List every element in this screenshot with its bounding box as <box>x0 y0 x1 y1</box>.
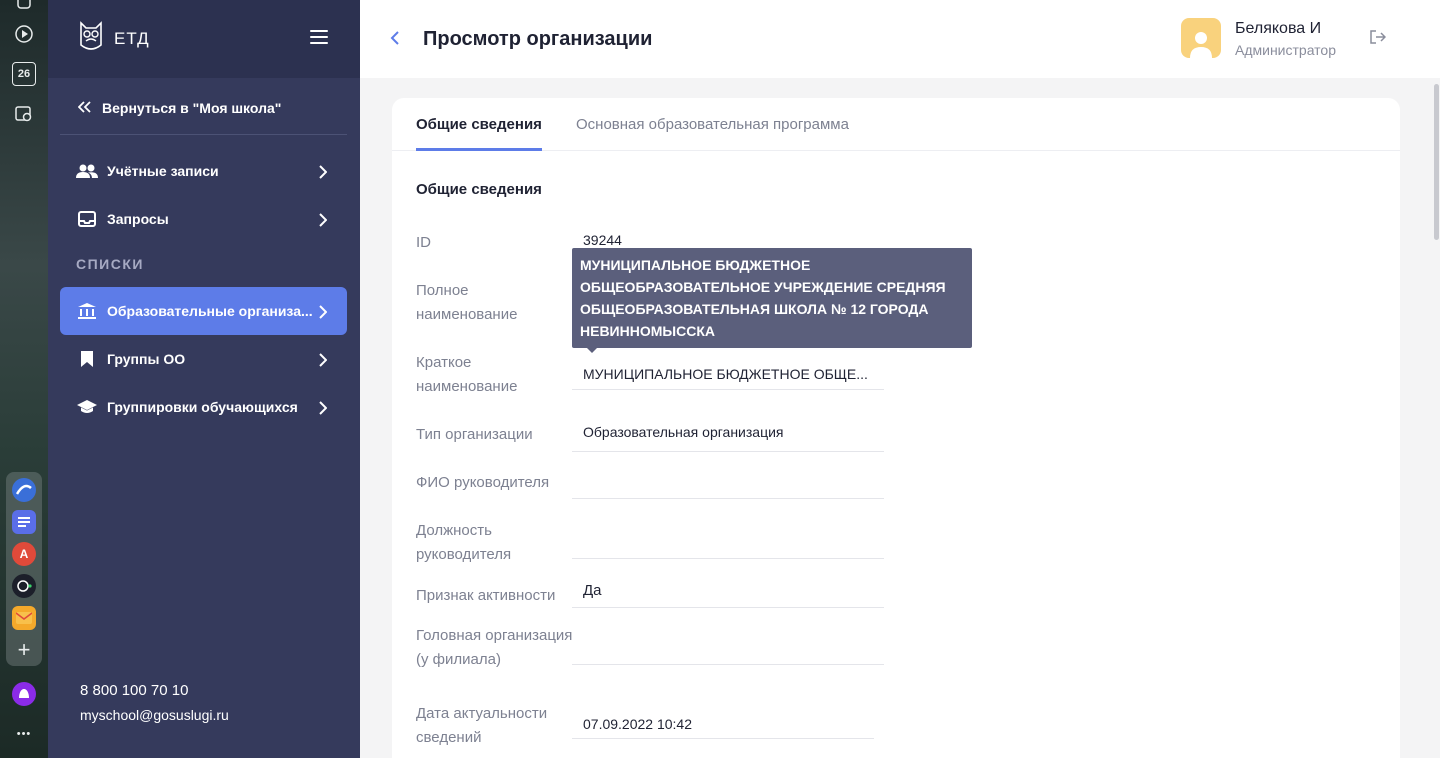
alice-icon[interactable] <box>12 682 36 706</box>
owl-logo-icon <box>78 19 104 60</box>
chevron-right-icon <box>319 399 328 420</box>
browser-app-icon[interactable] <box>12 478 36 502</box>
graduation-cap-icon <box>76 398 98 416</box>
screenshot-icon[interactable] <box>12 102 36 126</box>
sidebar-item-requests[interactable]: Запросы <box>60 195 347 243</box>
bookmark-icon <box>76 350 98 368</box>
section-title: Общие сведения <box>416 181 542 198</box>
sidebar-item-organizations[interactable]: Образовательные организа... <box>60 287 347 335</box>
field-value-director-position <box>572 519 884 559</box>
double-chevron-left-icon <box>77 100 92 116</box>
field-value-actuality-date: 07.09.2022 10:42 <box>572 716 874 739</box>
more-icon[interactable]: ••• <box>12 722 36 746</box>
inbox-icon <box>76 210 98 228</box>
scrollbar-thumb[interactable] <box>1434 84 1439 240</box>
page-title: Просмотр организации <box>423 28 653 50</box>
notes-app-icon[interactable] <box>12 510 36 534</box>
chevron-right-icon <box>319 211 328 232</box>
toggle-icon[interactable] <box>12 0 36 14</box>
full-name-tooltip: МУНИЦИПАЛЬНОЕ БЮДЖЕТНОЕ ОБЩЕОБРАЗОВАТЕЛЬ… <box>572 248 972 348</box>
user-role: Администратор <box>1235 42 1337 58</box>
logo-text: ЕТД <box>114 29 150 48</box>
back-to-school-link[interactable]: Вернуться в "Моя школа" <box>77 100 282 116</box>
browser-sidebar: 26 A + ••• <box>0 0 48 758</box>
field-value-director <box>572 472 884 499</box>
sidebar-item-accounts[interactable]: Учётные записи <box>60 147 347 195</box>
support-phone: 8 800 100 70 10 <box>80 682 189 699</box>
music-app-icon[interactable] <box>12 574 36 598</box>
play-icon[interactable] <box>12 22 36 46</box>
logout-icon[interactable] <box>1370 30 1387 47</box>
field-label-parent-org: Головная организация (у филиала) <box>416 627 573 668</box>
field-value-parent-org <box>572 624 884 665</box>
sidebar-item-label: Учётные записи <box>107 163 219 179</box>
tabs: Общие сведения Основная образовательная … <box>392 98 1400 151</box>
tab-educational-program[interactable]: Основная образовательная программа <box>576 116 849 151</box>
field-label-active: Признак активности <box>416 587 556 604</box>
back-button[interactable] <box>390 26 400 52</box>
sidebar-item-label: Образовательные организа... <box>107 303 313 319</box>
sidebar-item-label: Запросы <box>107 211 169 227</box>
field-label-org-type: Тип организации <box>416 426 533 443</box>
sidebar-header: ЕТД <box>48 0 360 78</box>
sidebar-item-oo-groups[interactable]: Группы ОО <box>60 335 347 383</box>
organization-card: Общие сведения Основная образовательная … <box>392 98 1400 758</box>
tab-general-info[interactable]: Общие сведения <box>416 116 542 151</box>
avatar[interactable] <box>1181 18 1221 58</box>
sidebar-section-lists: СПИСКИ <box>76 256 144 272</box>
sidebar-divider <box>60 134 347 135</box>
sidebar-item-student-groupings[interactable]: Группировки обучающихся <box>60 383 347 431</box>
chevron-right-icon <box>319 163 328 184</box>
field-label-actuality-date: Дата актуальности сведений <box>416 705 548 746</box>
field-value-short-name[interactable]: МУНИЦИПАЛЬНОЕ БЮДЖЕТНОЕ ОБЩЕ... <box>572 363 884 390</box>
sidebar-item-label: Группы ОО <box>107 351 186 367</box>
back-link-label: Вернуться в "Моя школа" <box>102 100 282 116</box>
calendar-icon[interactable]: 26 <box>12 62 36 86</box>
field-label-short-name: Краткое наименование <box>416 354 518 395</box>
field-label-director: ФИО руководителя <box>416 474 550 491</box>
support-email[interactable]: myschool@gosuslugi.ru <box>80 707 229 723</box>
mail-app-icon[interactable] <box>12 606 36 630</box>
field-value-active: Да <box>572 582 884 608</box>
field-value-org-type: Образовательная организация <box>572 424 884 452</box>
chevron-right-icon <box>319 351 328 372</box>
field-label-id: ID <box>416 234 431 251</box>
users-icon <box>76 162 98 180</box>
app-sidebar: ЕТД Вернуться в "Моя школа" Учётные запи… <box>48 0 360 758</box>
chevron-right-icon <box>319 303 328 324</box>
tooltip-arrow <box>587 348 597 353</box>
user-name: Белякова И <box>1235 20 1322 37</box>
top-header: Просмотр организации Белякова И Админист… <box>360 0 1440 78</box>
translate-app-icon[interactable]: A <box>12 542 36 566</box>
sidebar-item-label: Группировки обучающихся <box>107 399 298 415</box>
field-label-director-position: Должность руководителя <box>416 522 512 563</box>
building-icon <box>76 302 98 320</box>
menu-icon[interactable] <box>310 30 328 44</box>
add-icon[interactable]: + <box>12 637 36 662</box>
field-label-full-name: Полное наименование <box>416 282 518 323</box>
